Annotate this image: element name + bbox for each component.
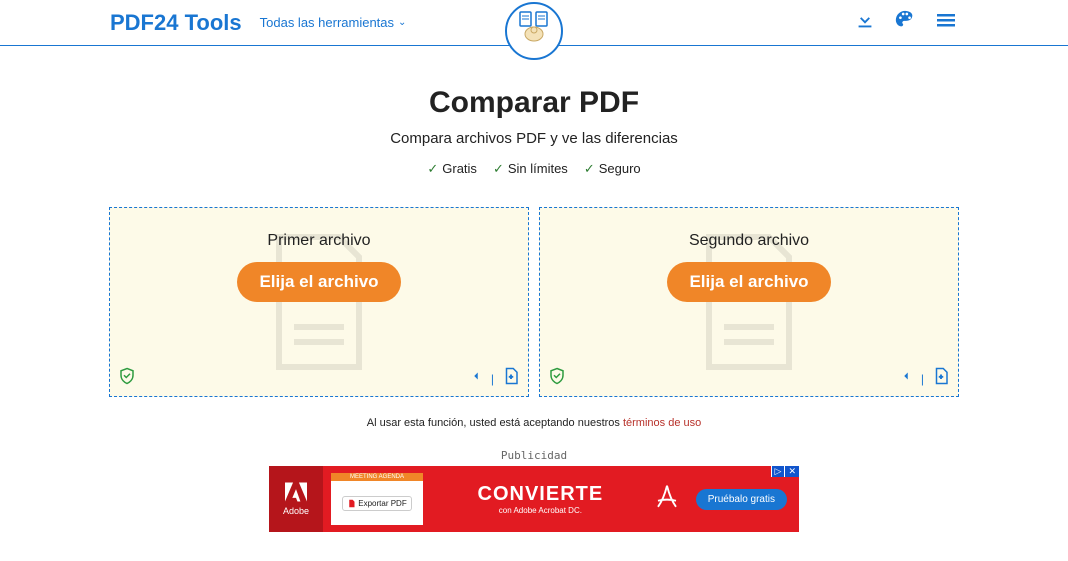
header-left: PDF24 Tools Todas las herramientas ⌄ xyxy=(110,10,406,36)
add-file-icon[interactable] xyxy=(932,367,950,390)
ad-brand: Adobe xyxy=(269,466,323,532)
header: PDF24 Tools Todas las herramientas ⌄ xyxy=(0,0,1068,46)
ad-doc-preview: MEETING AGENDA Exportar PDF xyxy=(331,473,423,525)
separator: | xyxy=(491,372,494,386)
separator: | xyxy=(921,372,924,386)
add-file-icon[interactable] xyxy=(502,367,520,390)
page-title: Comparar PDF xyxy=(74,86,994,120)
feature-item: ✓Sin límites xyxy=(493,161,568,177)
dropzone-footer: | xyxy=(110,367,528,390)
file-bg-icon xyxy=(264,232,374,372)
dropzone-title: Primer archivo xyxy=(267,232,370,250)
header-right xyxy=(854,8,958,37)
shield-icon[interactable] xyxy=(118,367,136,390)
choose-file-button[interactable]: Elija el archivo xyxy=(237,262,400,302)
tool-badge xyxy=(505,2,563,60)
terms-link[interactable]: términos de uso xyxy=(623,417,701,429)
ad-export-btn: Exportar PDF xyxy=(342,496,411,511)
chevron-left-icon[interactable] xyxy=(469,369,483,388)
choose-file-button[interactable]: Elija el archivo xyxy=(667,262,830,302)
ad-text: CONVIERTE con Adobe Acrobat DC. xyxy=(423,483,638,515)
dropzone-title: Segundo archivo xyxy=(689,232,809,250)
dropzone-footer: | xyxy=(540,367,958,390)
feature-item: ✓Seguro xyxy=(584,161,641,177)
terms-text: Al usar esta función, usted está aceptan… xyxy=(74,417,994,429)
ad-cta-button[interactable]: Pruébalo gratis xyxy=(696,489,787,510)
features-row: ✓Gratis ✓Sin límites ✓Seguro xyxy=(74,161,994,177)
nav-all-tools-label: Todas las herramientas xyxy=(260,15,394,30)
ad-banner[interactable]: Adobe MEETING AGENDA Exportar PDF CONVIE… xyxy=(269,466,799,532)
ad-info-icon[interactable]: ▷ xyxy=(771,466,785,477)
file-bg-icon xyxy=(694,232,804,372)
drop-area: Primer archivo Elija el archivo | xyxy=(74,207,994,397)
dropzone-second[interactable]: Segundo archivo Elija el archivo | xyxy=(539,207,959,397)
check-icon: ✓ xyxy=(427,161,438,176)
chevron-left-icon[interactable] xyxy=(899,369,913,388)
ad-label: Publicidad xyxy=(74,449,994,462)
main-content: Comparar PDF Compara archivos PDF y ve l… xyxy=(54,46,1014,542)
dropzone-first[interactable]: Primer archivo Elija el archivo | xyxy=(109,207,529,397)
feature-item: ✓Gratis xyxy=(427,161,477,177)
shield-icon[interactable] xyxy=(548,367,566,390)
acrobat-icon xyxy=(652,482,682,517)
check-icon: ✓ xyxy=(493,161,504,176)
check-icon: ✓ xyxy=(584,161,595,176)
page-subtitle: Compara archivos PDF y ve las diferencia… xyxy=(74,130,994,147)
ad-close-icon[interactable]: ✕ xyxy=(784,466,799,477)
download-icon[interactable] xyxy=(854,9,876,36)
logo[interactable]: PDF24 Tools xyxy=(110,10,242,36)
chevron-down-icon: ⌄ xyxy=(398,17,406,28)
ad-controls: ▷ ✕ xyxy=(771,466,799,477)
compare-icon xyxy=(514,8,554,55)
menu-icon[interactable] xyxy=(934,8,958,37)
nav-all-tools[interactable]: Todas las herramientas ⌄ xyxy=(260,15,407,30)
palette-icon[interactable] xyxy=(894,9,916,36)
